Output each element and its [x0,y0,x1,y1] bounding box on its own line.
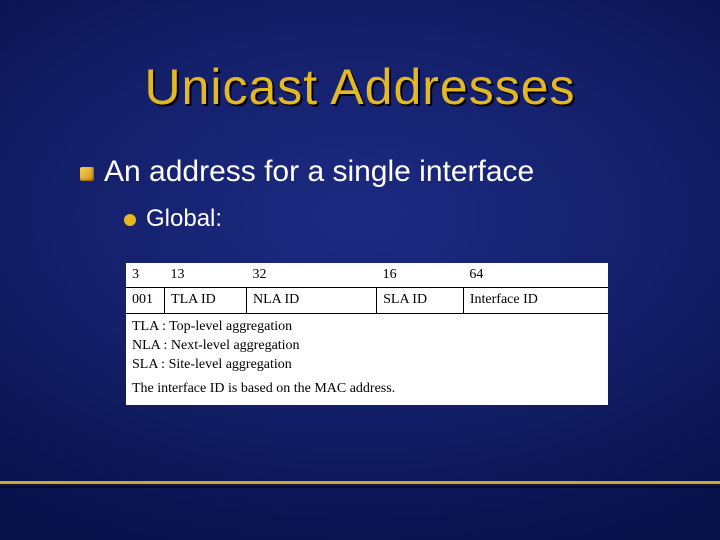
legend-line: NLA : Next-level aggregation [132,337,602,356]
address-format-figure: 3 13 32 16 64 001 TLA ID NLA ID SLA ID I… [126,263,608,405]
field-cell: NLA ID [246,287,376,313]
bits-cell: 16 [377,265,464,287]
field-cell: Interface ID [463,287,608,313]
legend-line: TLA : Top-level aggregation [132,318,602,337]
bullet-level2: Global: [124,205,660,233]
bullet-level1: An address for a single interface [80,155,660,189]
accent-line-shadow [0,486,720,488]
bits-cell: 64 [463,265,608,287]
field-cell: TLA ID [165,287,247,313]
bits-cell: 13 [165,265,247,287]
figure-note: The interface ID is based on the MAC add… [126,374,608,399]
field-cell: SLA ID [377,287,464,313]
slide: Unicast Addresses An address for a singl… [0,0,720,540]
diamond-bullet-icon [80,167,94,181]
bits-cell: 32 [246,265,376,287]
accent-line [0,481,720,484]
figure-legend: TLA : Top-level aggregation NLA : Next-l… [126,314,608,375]
dot-bullet-icon [124,214,136,226]
slide-title: Unicast Addresses [0,58,720,116]
address-format-table: 3 13 32 16 64 001 TLA ID NLA ID SLA ID I… [126,265,608,314]
slide-body: An address for a single interface Global… [80,155,660,251]
table-row-fields: 001 TLA ID NLA ID SLA ID Interface ID [126,287,608,313]
bits-cell: 3 [126,265,165,287]
bullet-level2-text: Global: [146,205,222,233]
bullet-level1-text: An address for a single interface [104,155,534,189]
legend-line: SLA : Site-level aggregation [132,356,602,375]
field-cell: 001 [126,287,165,313]
table-row-bits: 3 13 32 16 64 [126,265,608,287]
